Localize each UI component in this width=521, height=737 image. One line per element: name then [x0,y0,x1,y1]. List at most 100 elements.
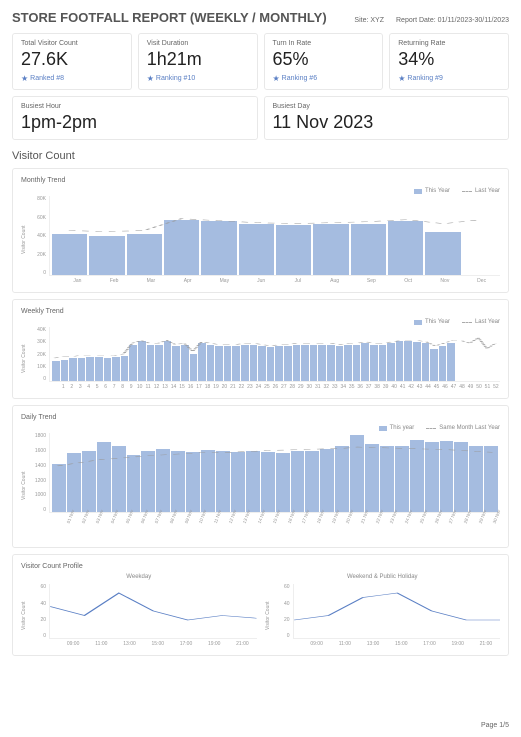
y-axis-label: Visitor Count [265,584,275,647]
report-date-label: Report Date: 01/11/2023-30/11/2023 [396,17,509,24]
bar [310,345,318,381]
legend-swatch-icon [379,426,387,431]
bar [388,221,423,275]
bar [155,345,163,381]
y-axis: 180016001400120010000 [31,433,49,513]
chart-legend: This year Same Month Last Year [21,425,500,431]
kpi-label: Visit Duration [147,40,249,47]
kpi-label: Busiest Hour [21,103,249,110]
bar [484,446,498,512]
bar [147,345,155,381]
chart-plot-area: 80K60K40K20K0 [31,196,500,276]
legend-line-icon [426,428,436,429]
report-header: STORE FOOTFALL REPORT (WEEKLY / MONTHLY)… [12,10,509,25]
bar [258,346,266,381]
bar [276,453,290,512]
chart-title: Daily Trend [21,414,500,421]
bar [396,341,404,382]
kpi-value: 1h21m [147,49,249,71]
chart-legend: This Year Last Year [21,319,500,325]
bar [201,450,215,512]
bar [370,345,378,381]
bars [50,196,500,275]
bar [447,343,455,381]
bar [201,221,236,275]
chart-visitor-profile: Visitor Count Profile Weekday Visitor Co… [12,554,509,656]
chart-plot-area: 6040200 [275,584,501,639]
bar [395,446,409,512]
bar [52,234,87,275]
bars [50,433,500,512]
bar [335,446,349,512]
profile-row: Weekday Visitor Count 6040200 09:0011:00… [21,574,500,647]
bar [454,442,468,512]
y-axis: 6040200 [31,584,49,639]
bar [141,451,155,512]
kpi-label: Returning Rate [398,40,500,47]
bar [275,346,283,381]
bar [301,345,309,381]
bar [231,452,245,513]
kpi-visit-duration: Visit Duration 1h21m ★Ranking #10 [138,33,258,90]
bar [198,343,206,381]
star-icon: ★ [21,74,28,83]
bar [186,452,200,513]
kpi-rank: ★Ranked #8 [21,74,123,83]
bar [215,346,223,381]
star-icon: ★ [273,74,280,83]
bar [293,345,301,381]
bar [439,346,447,381]
report-page: STORE FOOTFALL REPORT (WEEKLY / MONTHLY)… [0,0,521,737]
profile-weekend: Weekend & Public Holiday Visitor Count 6… [265,574,501,647]
bar [440,441,454,513]
plot [49,584,257,639]
chart-plot-area: 6040200 [31,584,257,639]
y-axis: 40K30K20K10K0 [31,327,49,382]
bar [246,451,260,512]
bar [127,455,141,512]
x-axis: 01 Nov02 Nov03 Nov04 Nov05 Nov06 Nov07 N… [59,515,500,539]
kpi-turn-in-rate: Turn In Rate 65% ★Ranking #6 [264,33,384,90]
chart-plot-area: 40K30K20K10K0 [31,327,500,382]
bar [361,343,369,381]
bar [250,345,258,381]
bar [365,444,379,512]
star-icon: ★ [398,74,405,83]
bar [353,345,361,381]
bar [127,234,162,275]
kpi-rank: ★Ranking #9 [398,74,500,83]
bar [138,341,146,382]
bar [327,345,335,381]
y-axis-label: Visitor Count [21,584,31,647]
bar [164,341,172,382]
bar [171,451,185,512]
plot [49,433,500,513]
busiest-day-card: Busiest Day 11 Nov 2023 [264,96,510,141]
bar [336,346,344,381]
profile-subtitle: Weekday [21,574,257,580]
profile-subtitle: Weekend & Public Holiday [265,574,501,580]
kpi-value: 27.6K [21,49,123,71]
bar [380,446,394,512]
kpi-label: Busiest Day [273,103,501,110]
bar [344,345,352,381]
y-axis-label: Visitor Count [21,327,31,390]
kpi-rank: ★Ranking #10 [147,74,249,83]
bar [86,357,94,381]
y-axis-label: Visitor Count [21,433,31,539]
x-axis: 1234567891011121314151617181920212223242… [59,384,500,390]
bar [121,356,129,382]
bar [224,346,232,381]
chart-title: Visitor Count Profile [21,563,500,570]
x-axis: JanFebMarAprMayJunJulAugSepOctNovDec [59,278,500,284]
bar [241,345,249,381]
bar [261,452,275,513]
plot [49,327,500,382]
legend-line-icon [462,322,472,323]
bar [181,345,189,381]
chart-monthly-trend: Monthly Trend This Year Last Year Visito… [12,168,509,293]
bar [95,357,103,381]
bars [50,327,500,381]
bar [190,354,198,381]
bar [164,220,199,275]
